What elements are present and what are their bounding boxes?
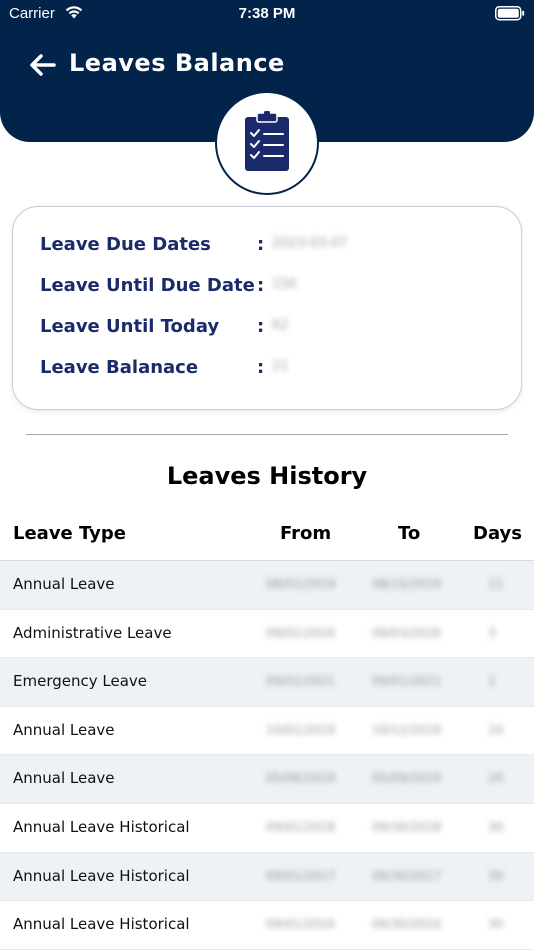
leave-type-cell: Annual Leave Historical xyxy=(13,817,190,836)
summary-label: Leave Until Today xyxy=(40,316,220,337)
summary-colon: : xyxy=(257,234,265,255)
from-cell: 09/01/2017 xyxy=(266,868,336,883)
page-title: Leaves Balance xyxy=(69,49,285,77)
summary-value: 156 xyxy=(272,277,297,292)
table-row[interactable]: Annual Leave Historical 09/01/2018 09/30… xyxy=(0,804,534,853)
leave-type-cell: Administrative Leave xyxy=(13,623,172,642)
leave-type-cell: Annual Leave xyxy=(13,769,115,788)
table-row[interactable]: Annual Leave Historical 09/01/2017 09/30… xyxy=(0,852,534,902)
days-cell: 1 xyxy=(488,674,496,689)
history-table-body[interactable]: Annual Leave 08/01/2019 08/15/2019 11 Ad… xyxy=(0,561,534,950)
column-header-from: From xyxy=(280,523,332,544)
status-time: 7:38 PM xyxy=(238,5,296,22)
table-row[interactable]: Annual Leave 05/06/2019 05/09/2019 20 xyxy=(0,755,534,804)
summary-colon: : xyxy=(257,357,265,378)
summary-colon: : xyxy=(257,316,265,337)
to-cell: 09/30/2017 xyxy=(372,868,442,883)
from-cell: 05/06/2019 xyxy=(266,771,336,786)
section-divider xyxy=(26,434,508,435)
days-cell: 10 xyxy=(488,722,504,737)
summary-row-balance: Leave Balanace : 21 xyxy=(40,357,510,381)
days-cell: 3 xyxy=(488,625,496,640)
column-header-leave-type: Leave Type xyxy=(13,523,127,544)
arrow-left-icon[interactable] xyxy=(28,52,56,78)
leave-type-cell: Annual Leave xyxy=(13,720,115,739)
to-cell: 10/12/2019 xyxy=(372,722,442,737)
to-cell: 05/09/2019 xyxy=(372,771,442,786)
days-cell: 11 xyxy=(488,577,504,591)
summary-row-due-dates: Leave Due Dates : 2023-03-07 xyxy=(40,234,510,258)
summary-value: 2023-03-07 xyxy=(272,236,348,251)
table-row[interactable]: Annual Leave 08/01/2019 08/15/2019 11 xyxy=(0,561,534,610)
leave-type-cell: Emergency Leave xyxy=(13,672,147,691)
history-title: Leaves History xyxy=(166,462,368,490)
from-cell: 08/01/2019 xyxy=(266,577,336,591)
battery-icon xyxy=(495,6,525,21)
days-cell: 30 xyxy=(488,819,504,834)
leave-type-cell: Annual Leave Historical xyxy=(13,866,190,885)
leave-summary-card: Leave Due Dates : 2023-03-07 Leave Until… xyxy=(12,206,522,410)
leave-type-cell: Annual Leave xyxy=(13,575,115,593)
summary-colon: : xyxy=(257,275,265,296)
history-table-header: Leave Type From To Days xyxy=(0,512,534,560)
summary-value: 21 xyxy=(272,359,289,374)
summary-label: Leave Due Dates xyxy=(40,234,211,255)
to-cell: 09/01/2021 xyxy=(372,674,442,689)
to-cell: 08/15/2019 xyxy=(372,577,442,591)
from-cell: 09/01/2021 xyxy=(266,674,336,689)
days-cell: 30 xyxy=(488,917,504,932)
column-header-to: To xyxy=(398,523,421,544)
table-row[interactable]: Administrative Leave 09/01/2020 09/03/20… xyxy=(0,610,534,659)
table-row[interactable]: Emergency Leave 09/01/2021 09/01/2021 1 xyxy=(0,658,534,707)
from-cell: 09/01/2016 xyxy=(266,917,336,932)
to-cell: 09/03/2020 xyxy=(372,625,442,640)
from-cell: 09/01/2018 xyxy=(266,819,336,834)
summary-row-until-due-date: Leave Until Due Date : 156 xyxy=(40,275,510,299)
leave-type-cell: Annual Leave Historical xyxy=(13,915,190,934)
summary-row-until-today: Leave Until Today : 62 xyxy=(40,316,510,340)
from-cell: 10/01/2019 xyxy=(266,722,336,737)
column-header-days: Days xyxy=(473,523,522,544)
summary-value: 62 xyxy=(272,318,289,333)
days-cell: 30 xyxy=(488,868,504,883)
status-bar: Carrier 7:38 PM xyxy=(0,0,534,28)
days-cell: 20 xyxy=(488,771,504,786)
to-cell: 09/30/2018 xyxy=(372,819,442,834)
to-cell: 09/30/2016 xyxy=(372,917,442,932)
header-badge xyxy=(215,91,319,195)
clipboard-checklist-icon xyxy=(245,111,289,171)
table-row[interactable]: Annual Leave 10/01/2019 10/12/2019 10 xyxy=(0,707,534,756)
table-row[interactable]: Annual Leave Historical 09/01/2016 09/30… xyxy=(0,901,534,950)
from-cell: 09/01/2020 xyxy=(266,625,336,640)
summary-label: Leave Until Due Date xyxy=(40,275,255,296)
summary-label: Leave Balanace xyxy=(40,357,199,378)
